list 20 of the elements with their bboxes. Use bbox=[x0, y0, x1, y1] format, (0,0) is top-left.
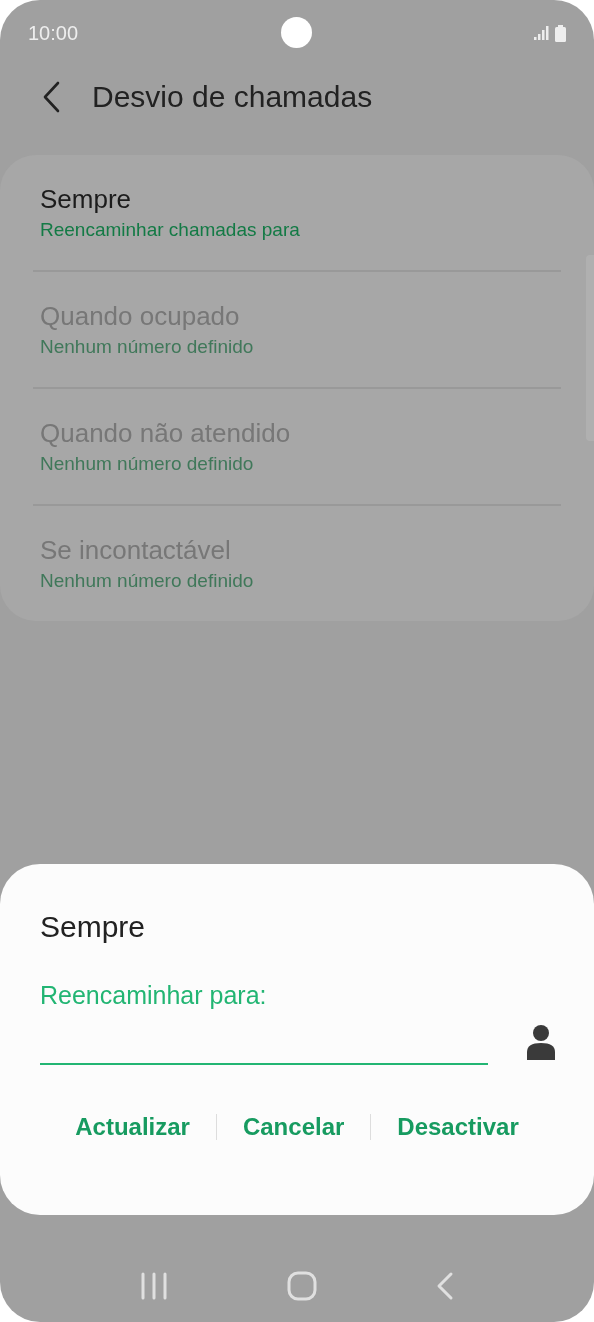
option-subtitle: Reencaminhar chamadas para bbox=[40, 217, 301, 242]
option-title: Sempre bbox=[40, 182, 133, 215]
battery-icon bbox=[555, 24, 566, 42]
field-label: Reencaminhar para: bbox=[40, 980, 268, 1011]
option-item[interactable]: Sempre Reencaminhar chamadas para bbox=[33, 155, 561, 270]
recent-apps-icon[interactable] bbox=[139, 1272, 168, 1300]
dialog-button[interactable]: Cancelar bbox=[216, 1107, 371, 1147]
dialog-title: Sempre bbox=[40, 909, 147, 945]
dialog-button[interactable]: Desactivar bbox=[371, 1107, 545, 1147]
dialog-button[interactable]: Actualizar bbox=[49, 1107, 216, 1147]
screen-title: Desvio de chamadas bbox=[92, 80, 373, 114]
person-icon[interactable] bbox=[527, 1024, 555, 1060]
signal-icon bbox=[534, 26, 549, 40]
back-icon[interactable] bbox=[436, 1271, 455, 1301]
option-subtitle: Nenhum número definido bbox=[40, 334, 255, 359]
home-icon[interactable] bbox=[287, 1271, 317, 1301]
status-time: 10:00 bbox=[28, 21, 79, 45]
option-subtitle: Nenhum número definido bbox=[40, 568, 255, 593]
camera-hole bbox=[281, 17, 312, 48]
option-subtitle: Nenhum número definido bbox=[40, 451, 255, 476]
